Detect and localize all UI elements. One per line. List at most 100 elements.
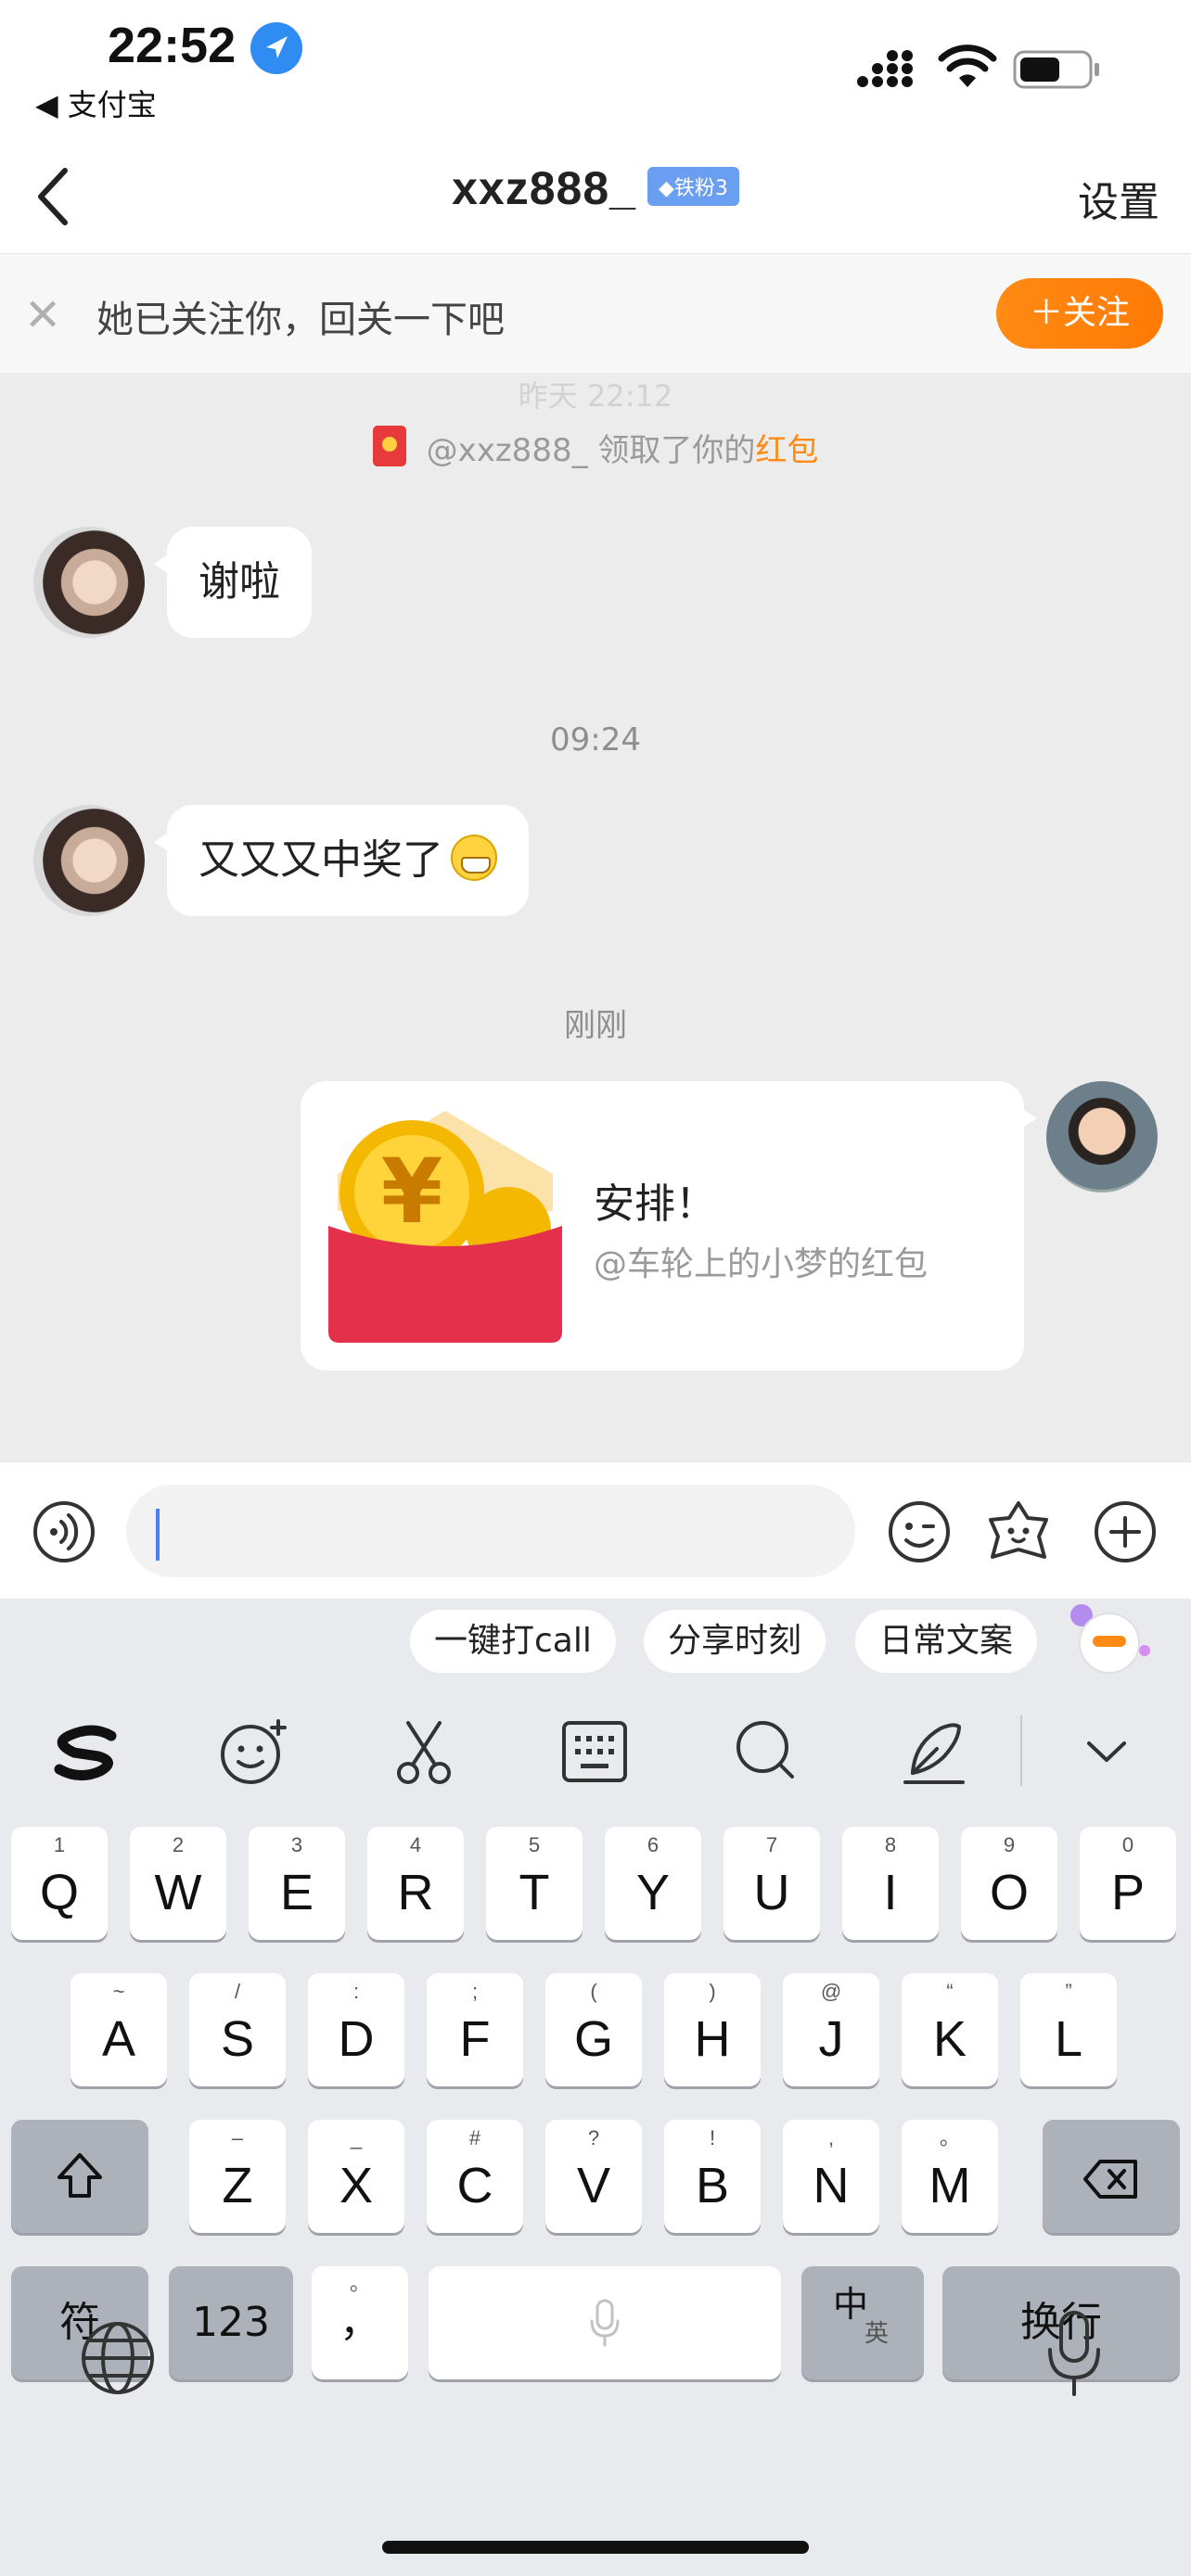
- back-to-app-link[interactable]: ◀ 支付宝: [35, 82, 157, 124]
- key-hint: _: [350, 2126, 363, 2149]
- add-more-icon[interactable]: [1093, 1499, 1158, 1564]
- timestamp: 刚刚: [564, 1007, 627, 1044]
- follow-button[interactable]: ＋关注: [996, 278, 1163, 349]
- key-t[interactable]: 5T: [486, 1827, 583, 1940]
- cellular-signal-icon: [857, 50, 913, 87]
- lang-sub-label: 英: [864, 2320, 890, 2348]
- key-h[interactable]: ) H: [664, 1973, 761, 2086]
- key-label: J: [818, 2011, 844, 2067]
- key-label: B: [695, 2158, 730, 2213]
- key-label: A: [101, 2011, 136, 2067]
- key-label: L: [1054, 2011, 1083, 2067]
- key-hint: 4: [409, 1833, 422, 1856]
- microphone-icon: [590, 2299, 620, 2347]
- key-label: O: [989, 1865, 1029, 1920]
- key-f[interactable]: ; F: [427, 1973, 523, 2086]
- key-q[interactable]: 1Q: [11, 1827, 108, 1940]
- key-j[interactable]: @ J: [783, 1973, 879, 2086]
- key-a[interactable]: ~ A: [70, 1973, 167, 2086]
- ime-logo-icon[interactable]: [46, 1712, 126, 1792]
- toolbar-divider: [1020, 1715, 1022, 1786]
- backspace-icon: [1083, 2160, 1137, 2199]
- key-l[interactable]: ” L: [1020, 1973, 1117, 2086]
- key-label: S: [220, 2011, 255, 2067]
- key-hint: 0: [1121, 1833, 1134, 1856]
- key-label: F: [459, 2011, 491, 2067]
- suggestion-bar: 一键打call 分享时刻 日常文案: [0, 1599, 1191, 1688]
- emoji-panel-icon[interactable]: [213, 1712, 293, 1792]
- chat-messages[interactable]: 昨天 22:12 @xxz888_ 领取了你的红包 谢啦 09:24 又又又中奖…: [0, 373, 1191, 1461]
- ime-mascot-icon[interactable]: [1061, 1602, 1150, 1680]
- key-label: P: [1110, 1865, 1146, 1920]
- search-icon[interactable]: [725, 1712, 805, 1792]
- key-v[interactable]: ? V: [545, 2120, 642, 2233]
- suggestion-chip[interactable]: 分享时刻: [644, 1610, 826, 1673]
- suggestion-chip[interactable]: 日常文案: [855, 1610, 1038, 1673]
- svg-text:¥: ¥: [381, 1140, 443, 1243]
- my-avatar[interactable]: [1046, 1081, 1158, 1192]
- key-w[interactable]: 2W: [130, 1827, 226, 1940]
- message-bubble[interactable]: 又又又中奖了: [154, 805, 529, 916]
- dictation-microphone-icon[interactable]: [1041, 2307, 1108, 2400]
- key-m[interactable]: 。 M: [902, 2120, 998, 2233]
- message-bubble[interactable]: 谢啦: [154, 527, 312, 638]
- key-label: ，: [339, 2299, 380, 2346]
- key-z[interactable]: – Z: [189, 2120, 286, 2233]
- key-hint: 2: [172, 1833, 185, 1856]
- key-i[interactable]: 8I: [842, 1827, 939, 1940]
- language-switch-key[interactable]: 中 英: [801, 2266, 924, 2379]
- message-input-bar: [0, 1461, 1191, 1599]
- key-k[interactable]: “K: [902, 1973, 998, 2086]
- key-label: U: [753, 1865, 790, 1920]
- space-key[interactable]: [429, 2266, 781, 2379]
- key-hint: –: [231, 2126, 244, 2149]
- key-r[interactable]: 4R: [367, 1827, 464, 1940]
- keyboard-layout-icon[interactable]: [555, 1712, 634, 1792]
- sticker-icon[interactable]: [985, 1499, 1052, 1564]
- key-y[interactable]: 6Y: [605, 1827, 701, 1940]
- status-bar: 22:52 ◀ 支付宝: [0, 0, 1191, 139]
- backspace-key[interactable]: [1043, 2120, 1180, 2233]
- key-b[interactable]: ! B: [664, 2120, 761, 2233]
- red-packet-link[interactable]: 红包: [755, 432, 818, 469]
- key-p[interactable]: 0P: [1080, 1827, 1176, 1940]
- punctuation-key[interactable]: 。，: [312, 2266, 408, 2379]
- settings-button[interactable]: 设置: [1078, 169, 1159, 228]
- key-o[interactable]: 9O: [961, 1827, 1057, 1940]
- key-e[interactable]: 3E: [249, 1827, 345, 1940]
- key-x[interactable]: _ X: [308, 2120, 404, 2233]
- key-d[interactable]: :D: [308, 1973, 404, 2086]
- suggestion-chip[interactable]: 一键打call: [410, 1610, 616, 1673]
- key-u[interactable]: 7U: [724, 1827, 820, 1940]
- handwriting-pen-icon[interactable]: [894, 1712, 974, 1792]
- lang-main-label: 中: [833, 2284, 869, 2325]
- key-s[interactable]: / S: [189, 1973, 286, 2086]
- scissors-icon[interactable]: [384, 1712, 464, 1792]
- key-n[interactable]: ,N: [783, 2120, 879, 2233]
- globe-icon[interactable]: [78, 2318, 158, 2398]
- key-hint: ”: [1065, 1980, 1072, 2003]
- timestamp: 09:24: [550, 721, 641, 759]
- avatar[interactable]: [33, 527, 145, 638]
- avatar[interactable]: [33, 805, 145, 916]
- key-c[interactable]: # C: [427, 2120, 523, 2233]
- title-wrap: xxz888_ ◆铁粉3: [0, 161, 1191, 215]
- emoji-icon[interactable]: [887, 1499, 952, 1564]
- key-label: X: [339, 2158, 374, 2213]
- home-indicator[interactable]: [382, 2541, 809, 2554]
- close-icon[interactable]: ✕: [24, 289, 61, 341]
- key-g[interactable]: (G: [545, 1973, 642, 2086]
- number-key[interactable]: 123: [169, 2266, 293, 2379]
- shift-key[interactable]: [11, 2120, 148, 2233]
- key-hint: (: [590, 1980, 597, 2003]
- voice-input-icon[interactable]: [32, 1499, 96, 1564]
- key-hint: !: [709, 2126, 716, 2149]
- key-label: V: [576, 2158, 611, 2213]
- message-input[interactable]: [126, 1485, 855, 1577]
- key-label: Y: [635, 1865, 671, 1920]
- red-packet-card[interactable]: ¥ 安排！ @车轮上的小梦的红包: [301, 1081, 1037, 1371]
- red-packet-title: 安排！: [594, 1180, 716, 1228]
- collapse-keyboard-chevron-down-icon[interactable]: [1067, 1712, 1146, 1792]
- status-time: 22:52: [108, 18, 237, 73]
- key-hint: 3: [290, 1833, 303, 1856]
